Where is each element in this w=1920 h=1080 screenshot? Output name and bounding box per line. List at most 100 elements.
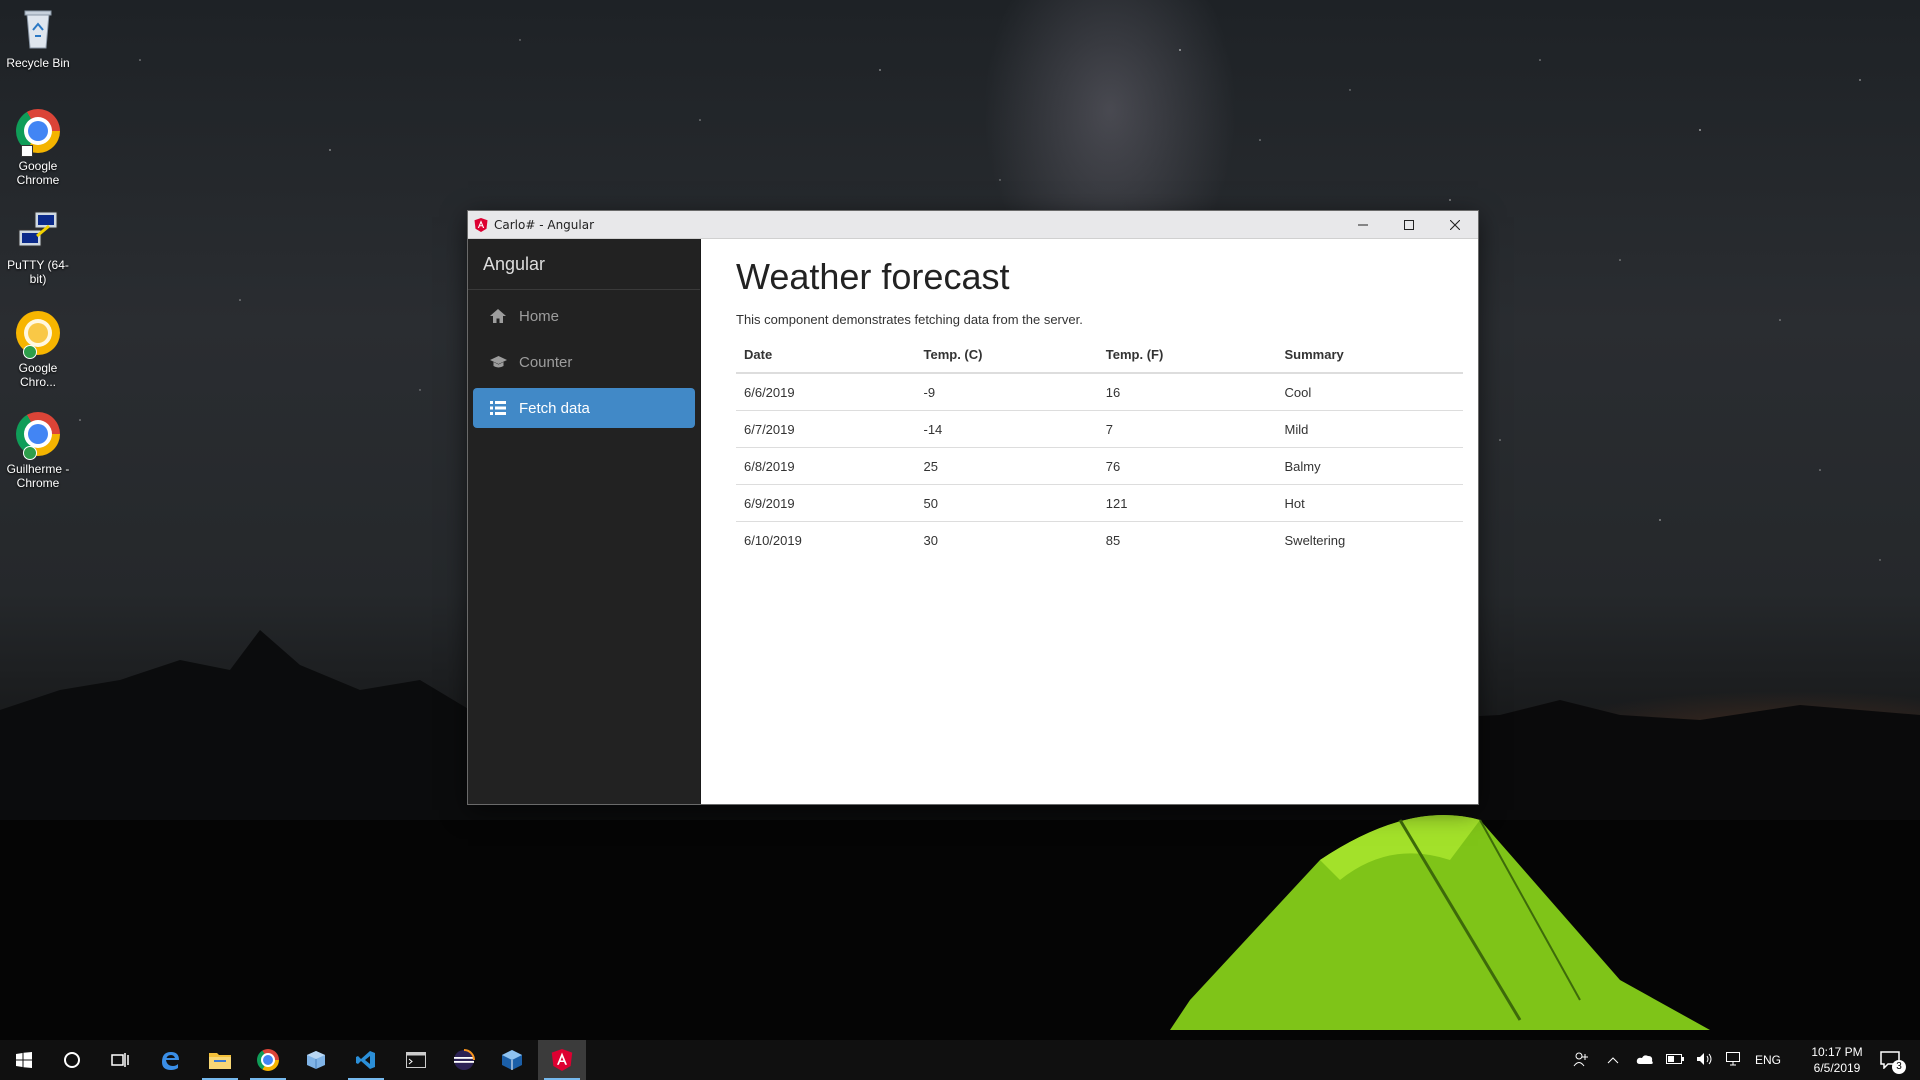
clock-date: 6/5/2019	[1813, 1061, 1861, 1075]
task-view-icon	[111, 1053, 129, 1067]
window-title: Carlo# - Angular	[494, 217, 595, 232]
column-header-temp-f: Temp. (F)	[1097, 347, 1277, 374]
battery-icon[interactable]	[1660, 1053, 1690, 1067]
table-row: 6/9/2019 50 121 Hot	[736, 484, 1463, 522]
cell-summary: Hot	[1276, 484, 1463, 522]
taskbar-vscode[interactable]	[342, 1040, 390, 1080]
putty-icon	[15, 208, 61, 254]
desktop-icon-putty[interactable]: PuTTY (64-bit)	[0, 208, 76, 286]
desktop-icon-label: Google Chrome	[16, 159, 60, 187]
onedrive-icon[interactable]	[1630, 1053, 1660, 1068]
edge-icon	[162, 1052, 179, 1070]
cell-date: 6/6/2019	[744, 385, 795, 400]
start-button[interactable]	[0, 1040, 48, 1080]
chrome-canary-icon	[15, 311, 61, 359]
list-icon	[489, 401, 507, 415]
app-window: Carlo# - Angular Angular Home Counter Fe…	[468, 211, 1478, 804]
page-title: Weather forecast	[736, 256, 1010, 297]
cell-date: 6/9/2019	[736, 484, 916, 522]
windows-start-icon	[16, 1052, 32, 1068]
chevron-up-icon[interactable]	[1596, 1053, 1630, 1067]
action-center-button[interactable]: 3	[1866, 1040, 1914, 1080]
system-tray: ENG	[1566, 1040, 1798, 1080]
taskbar-terminal[interactable]	[392, 1040, 440, 1080]
chrome-icon	[15, 109, 61, 157]
education-icon	[489, 355, 507, 369]
taskbar-eclipse[interactable]	[440, 1040, 488, 1080]
cell-summary: Balmy	[1276, 447, 1463, 485]
volume-icon[interactable]	[1690, 1052, 1720, 1069]
nav-menu: Home Counter Fetch data	[468, 296, 700, 428]
table-row: 6/8/2019 25 76 Balmy	[736, 447, 1463, 485]
taskbar-clock[interactable]: 10:17 PM 6/5/2019	[1802, 1044, 1872, 1076]
notification-count-badge: 3	[1892, 1060, 1906, 1074]
taskbar-angular[interactable]	[538, 1040, 586, 1080]
angular-icon	[551, 1049, 573, 1071]
cell-temp-c: -14	[915, 410, 1098, 448]
desktop-icon-guilherme-chrome[interactable]: Guilherme - Chrome	[0, 411, 76, 490]
cell-temp-c: 25	[915, 447, 1098, 485]
home-icon	[489, 309, 507, 323]
taskbar: ENG 10:17 PM 6/5/2019 3	[0, 1040, 1920, 1080]
navbar-brand[interactable]: Angular	[468, 239, 700, 290]
network-icon[interactable]	[1720, 1051, 1750, 1069]
sidebar-item-counter[interactable]: Counter	[473, 342, 695, 382]
sidebar-item-label: Fetch data	[519, 399, 590, 417]
cell-temp-f: 76	[1097, 447, 1277, 485]
cell-date: 6/10/2019	[736, 521, 916, 558]
desktop-icon-label: Google Chro...	[18, 361, 58, 389]
desktop-icon-label: PuTTY (64-bit)	[7, 258, 69, 286]
tent-illustration	[1150, 815, 1770, 1040]
eclipse-icon	[454, 1049, 475, 1070]
file-explorer-icon	[209, 1053, 231, 1069]
column-header-summary: Summary	[1276, 347, 1463, 374]
clock-time: 10:17 PM	[1811, 1045, 1863, 1059]
desktop-icon-recycle-bin[interactable]: Recycle Bin	[0, 6, 76, 70]
box-app-icon	[307, 1051, 325, 1069]
minimize-button[interactable]	[1340, 211, 1386, 238]
chrome-profile-icon	[15, 412, 61, 460]
window-titlebar[interactable]: Carlo# - Angular	[468, 211, 1478, 239]
sidebar-item-fetch-data[interactable]: Fetch data	[473, 388, 695, 428]
desktop-icon-chrome-canary[interactable]: Google Chro...	[0, 310, 76, 389]
people-icon[interactable]	[1566, 1051, 1596, 1070]
column-header-temp-c: Temp. (C)	[915, 347, 1098, 374]
virtualbox-icon	[502, 1050, 522, 1070]
maximize-icon	[1404, 219, 1414, 230]
task-view-button[interactable]	[96, 1040, 144, 1080]
cell-date: 6/8/2019	[736, 447, 916, 485]
taskbar-chrome[interactable]	[244, 1040, 292, 1080]
cell-temp-c: -9	[923, 385, 936, 400]
sidebar-item-label: Home	[519, 307, 560, 325]
main-content: Weather forecast This component demonstr…	[701, 239, 1478, 804]
minimize-icon	[1358, 224, 1368, 225]
table-header-row: Date Temp. (C) Temp. (F) Summary	[736, 347, 1463, 374]
page-description: This component demonstrates fetching dat…	[736, 312, 1083, 327]
terminal-icon	[406, 1052, 426, 1068]
maximize-button[interactable]	[1386, 211, 1432, 238]
desktop-icon-google-chrome[interactable]: Google Chrome	[0, 108, 76, 187]
chrome-icon	[257, 1049, 279, 1071]
cortana-search-button[interactable]	[48, 1040, 96, 1080]
recycle-bin-icon	[15, 6, 61, 52]
angular-logo-icon	[474, 217, 488, 232]
cell-date: 6/7/2019	[736, 410, 916, 448]
column-header-date: Date	[736, 347, 916, 374]
cell-temp-f: 121	[1097, 484, 1277, 522]
language-indicator[interactable]: ENG	[1750, 1053, 1786, 1067]
sidebar-item-home[interactable]: Home	[473, 296, 695, 336]
cell-temp-f: 85	[1097, 521, 1277, 558]
sidebar-item-label: Counter	[519, 353, 573, 371]
desktop-icon-label: Recycle Bin	[6, 56, 70, 70]
cell-summary: Sweltering	[1276, 521, 1463, 558]
taskbar-virtualbox[interactable]	[488, 1040, 536, 1080]
taskbar-file-explorer[interactable]	[196, 1040, 244, 1080]
taskbar-edge[interactable]	[146, 1040, 194, 1080]
taskbar-box-app[interactable]	[292, 1040, 340, 1080]
vscode-icon	[356, 1051, 375, 1069]
cell-summary: Mild	[1276, 410, 1463, 448]
cell-temp-f: 7	[1097, 410, 1277, 448]
close-button[interactable]	[1432, 211, 1478, 238]
desktop-icon-label: Guilherme - Chrome	[6, 462, 70, 490]
table-row: 6/7/2019 -14 7 Mild	[736, 410, 1463, 448]
